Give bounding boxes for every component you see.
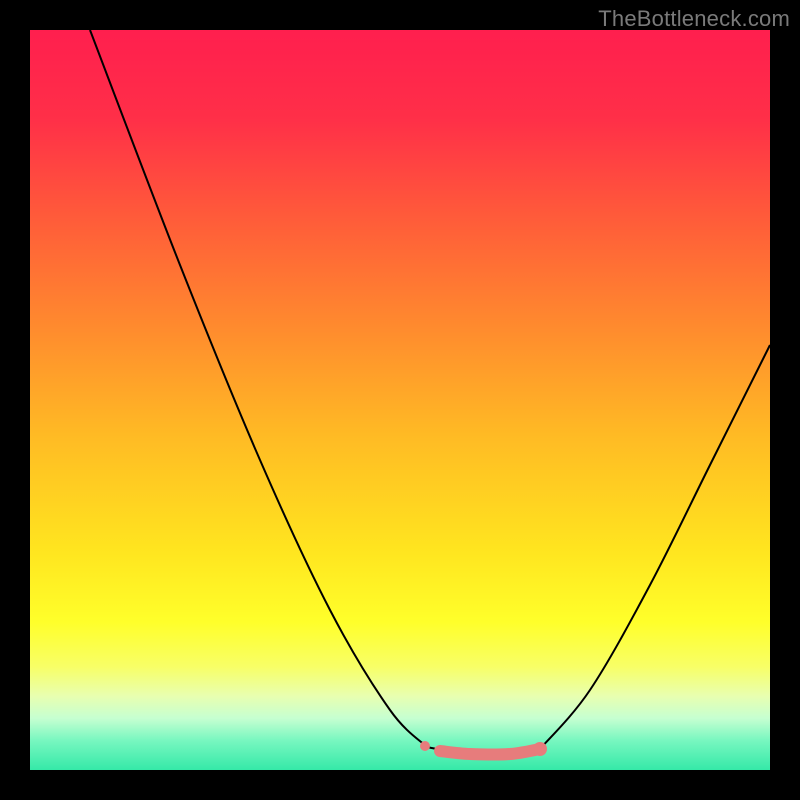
curve-left (90, 30, 427, 747)
optimal-dot (420, 741, 430, 751)
optimal-zone-segment (440, 749, 540, 755)
plot-frame (30, 30, 770, 770)
optimal-dot (533, 742, 547, 756)
curve-right (540, 345, 770, 749)
bottleneck-curve (30, 30, 770, 770)
watermark-text: TheBottleneck.com (598, 6, 790, 32)
